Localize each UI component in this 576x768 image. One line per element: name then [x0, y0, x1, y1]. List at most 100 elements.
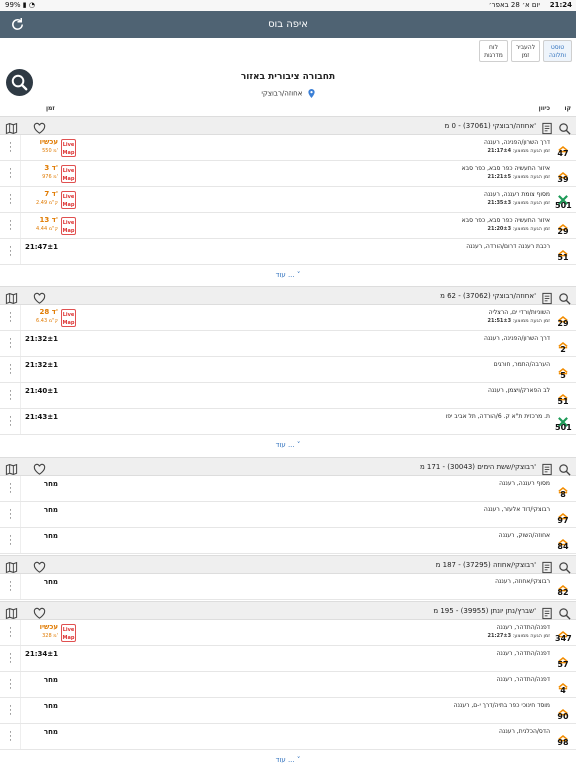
- row-divider: [20, 161, 21, 186]
- more-options-icon[interactable]: · · ·: [8, 218, 13, 235]
- table-row[interactable]: 29 השוניות/ורדי ים, הרצליה זמן הגעה ממוצע:…: [0, 305, 576, 331]
- eta-time: מחר: [43, 532, 58, 540]
- row-divider: [20, 331, 21, 356]
- live-label: Live: [62, 194, 75, 200]
- live-map-button[interactable]: Live Map: [61, 309, 76, 327]
- more-options-icon[interactable]: · · ·: [8, 388, 13, 405]
- table-row[interactable]: 347 דפנה/התדהר, רעננה זמן הגעה ממוצע: 21:2…: [0, 620, 576, 646]
- more-options-icon[interactable]: · · ·: [8, 166, 13, 183]
- more-options-icon[interactable]: · · ·: [8, 310, 13, 327]
- map-label: Map: [62, 320, 75, 326]
- more-options-icon[interactable]: · · ·: [8, 140, 13, 157]
- destination: איזור התעשיה כפר סבא, כפר סבא: [461, 217, 550, 224]
- table-row[interactable]: 39 איזור התעשיה כפר סבא, כפר סבא זמן הגעה …: [0, 161, 576, 187]
- destination: מסוף צומת רעננה, רעננה: [483, 191, 550, 198]
- table-row[interactable]: 47 דרך השרון/הפנינה, רעננה זמן הגעה ממוצע:…: [0, 135, 576, 161]
- tab-complaint[interactable]: טוסט ותלונה: [543, 40, 572, 62]
- table-row[interactable]: 51 לב הפארק/ויצמן, רעננה 21:40±1 · · ·: [0, 383, 576, 409]
- destination: הדס/הכלנית, רעננה: [499, 728, 550, 735]
- more-options-icon[interactable]: · · ·: [8, 703, 13, 720]
- line-number: 57: [557, 660, 569, 669]
- table-row[interactable]: 51 רכבת רעננה דרום/הורדה, רעננה 21:47±1 · · ·: [0, 239, 576, 265]
- status-battery: 99% ▮ ◔: [5, 1, 35, 9]
- eta-time: מחר: [43, 728, 58, 736]
- station-header: רבוצקי/אחוזה (37295) - 187 מ': [0, 555, 576, 574]
- live-map-button[interactable]: Live Map: [61, 624, 76, 642]
- col-direction: כיוון: [538, 105, 550, 112]
- table-row[interactable]: 82 רבוצקי/אחוזה, רעננה מחר · · ·: [0, 574, 576, 600]
- table-row[interactable]: 501 מסוף צומת רעננה, רעננה זמן הגעה ממוצע:…: [0, 187, 576, 213]
- table-row[interactable]: 501 ת. מרכזית ת"א ק. 6/הורדה, תל אביב יפו…: [0, 409, 576, 435]
- live-map-button[interactable]: Live Map: [61, 191, 76, 209]
- more-options-icon[interactable]: · · ·: [8, 362, 13, 379]
- show-more-link[interactable]: עוד ... ˅: [0, 271, 576, 279]
- line-number: 2: [560, 345, 566, 354]
- tab-label: לוח: [489, 44, 498, 51]
- refresh-icon[interactable]: [10, 17, 25, 32]
- destination: אחוזה/השוק, רעננה: [498, 532, 550, 539]
- more-options-icon[interactable]: · · ·: [8, 625, 13, 642]
- eta-time: 21:32±1: [24, 335, 58, 343]
- station-header: אחוזה/רבוצקי (37062) - 62 מ': [0, 286, 576, 305]
- table-row[interactable]: 5 הערבה/התמר, חורגים 21:32±1 · · ·: [0, 357, 576, 383]
- table-row[interactable]: 2 דרך השרון/הפנינה, רעננה 21:32±1 · · ·: [0, 331, 576, 357]
- line-number: 501: [555, 423, 572, 432]
- table-row[interactable]: 98 הדס/הכלנית, רעננה מחר · · ·: [0, 724, 576, 750]
- station-header: שברץ/נתן יונתן (39955) - 195 מ': [0, 601, 576, 620]
- destination: איזור התעשיה כפר סבא, כפר סבא: [461, 165, 550, 172]
- live-label: Live: [62, 627, 75, 633]
- current-location[interactable]: אחוזה/רבוצקי: [0, 89, 576, 98]
- live-map-button[interactable]: Live Map: [61, 165, 76, 183]
- row-divider: [20, 672, 21, 697]
- table-row[interactable]: 8 מסוף רעננה, רעננה מחר · · ·: [0, 476, 576, 502]
- destination: דפנה/התדהר, רעננה: [496, 676, 551, 683]
- row-divider: [20, 620, 21, 645]
- tab-pass-time[interactable]: להעביר זמן: [511, 40, 540, 62]
- location-pin-icon: [308, 89, 315, 98]
- more-options-icon[interactable]: · · ·: [8, 533, 13, 550]
- live-map-button[interactable]: Live Map: [61, 139, 76, 157]
- station-name: שברץ/נתן יונתן (39955) - 195 מ': [433, 607, 536, 615]
- row-divider: [20, 187, 21, 212]
- more-options-icon[interactable]: · · ·: [8, 192, 13, 209]
- show-more-link[interactable]: עוד ... ˅: [0, 756, 576, 764]
- map-label: Map: [62, 635, 75, 641]
- table-row[interactable]: 4 דפנה/התדהר, רעננה מחר · · ·: [0, 672, 576, 698]
- live-map-button[interactable]: Live Map: [61, 217, 76, 235]
- show-more-link[interactable]: עוד ... ˅: [0, 441, 576, 449]
- more-options-icon[interactable]: · · ·: [8, 336, 13, 353]
- line-number: 47: [557, 149, 569, 158]
- avg-arrival-value: 21:51±3: [487, 318, 512, 324]
- col-time: זמן: [46, 105, 55, 112]
- avg-arrival: זמן הגעה ממוצע: 21:51±3: [487, 318, 550, 324]
- table-row[interactable]: 97 רבוצקי/דוד אלעזר, רעננה מחר · · ·: [0, 502, 576, 528]
- more-options-icon[interactable]: · · ·: [8, 507, 13, 524]
- status-time: 21:24: [549, 1, 572, 9]
- eta-time: 13 ד': [39, 216, 58, 224]
- more-options-icon[interactable]: · · ·: [8, 579, 13, 596]
- table-row[interactable]: 84 אחוזה/השוק, רעננה מחר · · ·: [0, 528, 576, 554]
- more-options-icon[interactable]: · · ·: [8, 729, 13, 746]
- row-divider: [20, 305, 21, 330]
- row-divider: [20, 724, 21, 749]
- table-row[interactable]: 29 איזור התעשיה כפר סבא, כפר סבא זמן הגעה …: [0, 213, 576, 239]
- more-options-icon[interactable]: · · ·: [8, 481, 13, 498]
- live-label: Live: [62, 168, 75, 174]
- table-row[interactable]: 90 מוסד חינוכי כפר בתיה/דרך י-ם, רעננה מחר…: [0, 698, 576, 724]
- more-options-icon[interactable]: · · ·: [8, 244, 13, 261]
- line-number: 29: [557, 227, 569, 236]
- more-options-icon[interactable]: · · ·: [8, 677, 13, 694]
- table-row[interactable]: 57 דפנה/התדהר, רעננה 21:34±1 · · ·: [0, 646, 576, 672]
- tab-stairs[interactable]: לוח מדרגות: [479, 40, 508, 62]
- line-number: 90: [557, 712, 569, 721]
- row-divider: [20, 357, 21, 382]
- tab-label: להעביר: [515, 44, 536, 51]
- avg-arrival-value: 21:20±3: [487, 226, 512, 232]
- eta-time: מחר: [43, 676, 58, 684]
- eta-time: 21:47±1: [24, 243, 58, 251]
- more-options-icon[interactable]: · · ·: [8, 414, 13, 431]
- more-options-icon[interactable]: · · ·: [8, 651, 13, 668]
- avg-arrival-value: 21:27±3: [487, 633, 512, 639]
- destination: דרך השרון/הפנינה, רעננה: [483, 335, 550, 342]
- line-number: 84: [557, 542, 569, 551]
